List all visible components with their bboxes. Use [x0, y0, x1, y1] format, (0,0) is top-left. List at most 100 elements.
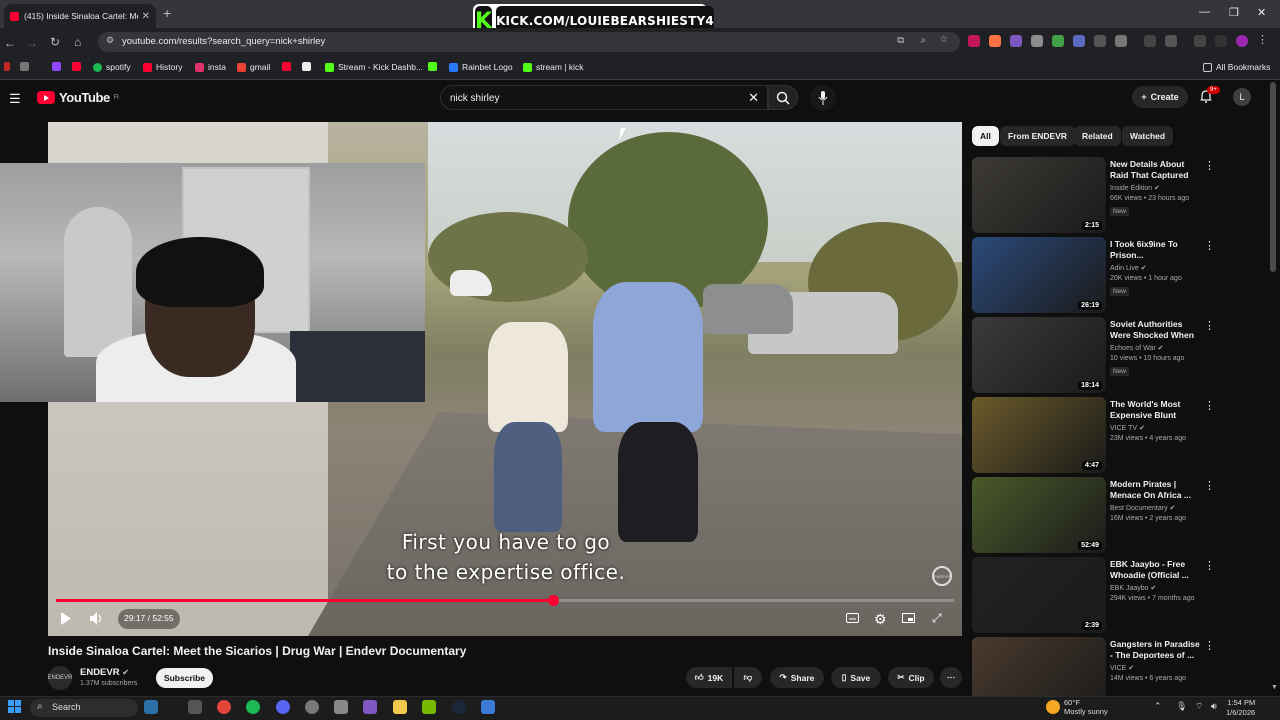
recommendation-channel[interactable]: Inside Edition ✔ [1110, 184, 1160, 192]
install-icon[interactable]: ⧉ [897, 35, 904, 46]
bookmark-kick-icon[interactable] [428, 62, 437, 71]
steam-icon[interactable] [452, 700, 466, 714]
bookmark-gmail[interactable]: gmail [237, 62, 270, 72]
recommendation-title[interactable]: The World's Most Expensive Blunt Costs..… [1110, 399, 1204, 423]
spotify-taskbar-icon[interactable] [246, 700, 260, 714]
recommendation-item[interactable]: 52:49 Modern Pirates | Menace On Africa .… [972, 477, 1266, 553]
dislike-button[interactable]: 👎︎ [734, 667, 762, 688]
chip-from-endevr[interactable]: From ENDEVR [1000, 126, 1076, 146]
more-options-icon[interactable]: ⋮ [1204, 399, 1215, 412]
like-button[interactable]: 👍︎ 19K [686, 667, 732, 688]
widgets-icon[interactable] [144, 700, 158, 714]
chrome-icon[interactable] [217, 700, 231, 714]
bookmark-x-icon[interactable] [302, 62, 311, 71]
minimize-icon[interactable]: — [1199, 6, 1210, 18]
bookmark-insta[interactable]: insta [195, 62, 226, 72]
recommendation-channel[interactable]: Adin Live ✔ [1110, 264, 1147, 272]
clear-search-icon[interactable]: ✕ [748, 90, 759, 106]
scroll-down-icon[interactable]: ▼ [1271, 684, 1278, 691]
bookmark-left-icon[interactable] [4, 62, 10, 71]
more-options-icon[interactable]: ⋮ [1204, 639, 1215, 652]
bookmark-rainbet[interactable]: Rainbet Logo [449, 62, 513, 72]
all-bookmarks[interactable]: All Bookmarks [1203, 62, 1270, 72]
app-icon[interactable] [305, 700, 319, 714]
bookmark-youtube-icon[interactable] [72, 62, 81, 71]
fullscreen-button[interactable]: ⤢ [932, 611, 942, 626]
site-info-icon[interactable]: ⚙ [106, 35, 114, 46]
chip-watched[interactable]: Watched [1122, 126, 1174, 146]
more-options-icon[interactable]: ⋮ [1204, 559, 1215, 572]
nvidia-icon[interactable] [422, 700, 436, 714]
recommendation-channel[interactable]: VICE TV ✔ [1110, 424, 1145, 432]
recommendation-item[interactable]: 18:14 Soviet Authorities Were Shocked Whe… [972, 317, 1266, 393]
video-thumbnail[interactable]: 52:49 [972, 477, 1106, 553]
bookmark-star-icon[interactable]: ☆ [939, 34, 948, 45]
recommendation-title[interactable]: EBK Jaaybo - Free Whoadie (Official ... [1110, 559, 1204, 581]
search-input[interactable]: nick shirley ✕ [440, 85, 768, 110]
system-clock[interactable]: 1:54 PM 1/6/2026 [1226, 698, 1255, 718]
new-tab-icon[interactable]: + [163, 5, 171, 21]
search-button[interactable] [768, 85, 798, 110]
extension-icon[interactable] [1094, 35, 1106, 47]
settings-taskbar-icon[interactable] [334, 700, 348, 714]
profile-avatar[interactable] [1236, 35, 1248, 47]
close-window-icon[interactable]: ✕ [1257, 6, 1266, 19]
bookmark-history[interactable]: History [143, 62, 182, 72]
home-icon[interactable]: ⌂ [74, 35, 81, 49]
task-view-icon[interactable] [188, 700, 202, 714]
more-options-icon[interactable]: ⋮ [1204, 319, 1215, 332]
recommendation-title[interactable]: New Details About Raid That Captured Nic… [1110, 159, 1204, 183]
browser-tab[interactable]: (415) Inside Sinaloa Cartel: Me ✕ [4, 4, 156, 28]
recommendation-channel[interactable]: Echoes of War ✔ [1110, 344, 1163, 352]
zoom-icon[interactable]: ⌕ [921, 35, 926, 46]
tab-search-icon[interactable] [1165, 35, 1177, 47]
channel-avatar[interactable]: ENDEVR [48, 666, 73, 690]
apps-grid-icon[interactable] [20, 62, 29, 71]
microphone-tray-icon[interactable]: 🎙︎ [1176, 701, 1187, 712]
captions-button[interactable] [846, 613, 859, 623]
more-options-icon[interactable]: ⋮ [1204, 479, 1215, 492]
chip-related[interactable]: Related [1074, 126, 1121, 146]
video-thumbnail[interactable]: 4:47 [972, 397, 1106, 473]
youtube-logo[interactable]: YouTube FI [37, 90, 119, 105]
weather-widget[interactable]: 60°F Mostly sunny [1064, 698, 1108, 716]
media-icon[interactable] [1194, 35, 1206, 47]
more-options-icon[interactable]: ⋮ [1204, 239, 1215, 252]
settings-button[interactable]: ⚙ [874, 611, 887, 628]
clip-button[interactable]: ✂ Clip [888, 667, 934, 688]
url-bar[interactable]: ⚙ youtube.com/results?search_query=nick+… [98, 32, 960, 52]
more-options-icon[interactable]: ⋮ [1204, 159, 1215, 172]
maximize-icon[interactable]: ❐ [1229, 6, 1239, 19]
channel-watermark[interactable]: ENDEVR [932, 566, 952, 586]
extension-icon[interactable] [1010, 35, 1022, 47]
discord-icon[interactable] [276, 700, 290, 714]
volume-button[interactable] [90, 612, 104, 625]
file-explorer-icon[interactable] [393, 700, 407, 714]
extension-icon[interactable] [1073, 35, 1085, 47]
downloads-icon[interactable] [1215, 35, 1227, 47]
bookmark-kick-dashboard[interactable]: Stream - Kick Dashb... [325, 62, 423, 72]
video-thumbnail[interactable]: 18:14 [972, 317, 1106, 393]
recommendation-item[interactable]: 26:19 I Took 6ix9ine To Prison... Adin Liv… [972, 237, 1266, 313]
save-button[interactable]: ▯ Save [831, 667, 881, 688]
video-thumbnail[interactable]: 2:39 [972, 557, 1106, 633]
chip-all[interactable]: All [972, 126, 999, 146]
browser-menu-icon[interactable]: ⋮ [1257, 35, 1269, 47]
progress-scrubber[interactable] [547, 595, 559, 606]
recommendation-title[interactable]: Soviet Authorities Were Shocked When Del… [1110, 319, 1204, 343]
back-icon[interactable]: ← [4, 36, 16, 50]
bookmark-spotify[interactable]: spotify [93, 62, 131, 72]
video-thumbnail[interactable]: 26:19 [972, 237, 1106, 313]
recommendation-channel[interactable]: EBK Jaaybo ✔ [1110, 584, 1156, 592]
user-avatar[interactable]: L [1233, 88, 1251, 106]
scrollbar[interactable] [1270, 82, 1276, 272]
recommendation-title[interactable]: Modern Pirates | Menace On Africa ... [1110, 479, 1204, 501]
recommendation-title[interactable]: Gangsters in Paradise - The Deportees of… [1110, 639, 1204, 661]
video-thumbnail[interactable]: 2:15 [972, 157, 1106, 233]
forward-icon[interactable]: → [26, 36, 38, 50]
share-button[interactable]: ↷ Share [770, 667, 824, 688]
recommendation-item[interactable]: 2:39 EBK Jaaybo - Free Whoadie (Official … [972, 557, 1266, 633]
bookmark-youtube2-icon[interactable] [282, 62, 291, 71]
miniplayer-button[interactable] [902, 613, 915, 623]
recommendation-item[interactable]: 4:47 The World's Most Expensive Blunt Cos… [972, 397, 1266, 473]
